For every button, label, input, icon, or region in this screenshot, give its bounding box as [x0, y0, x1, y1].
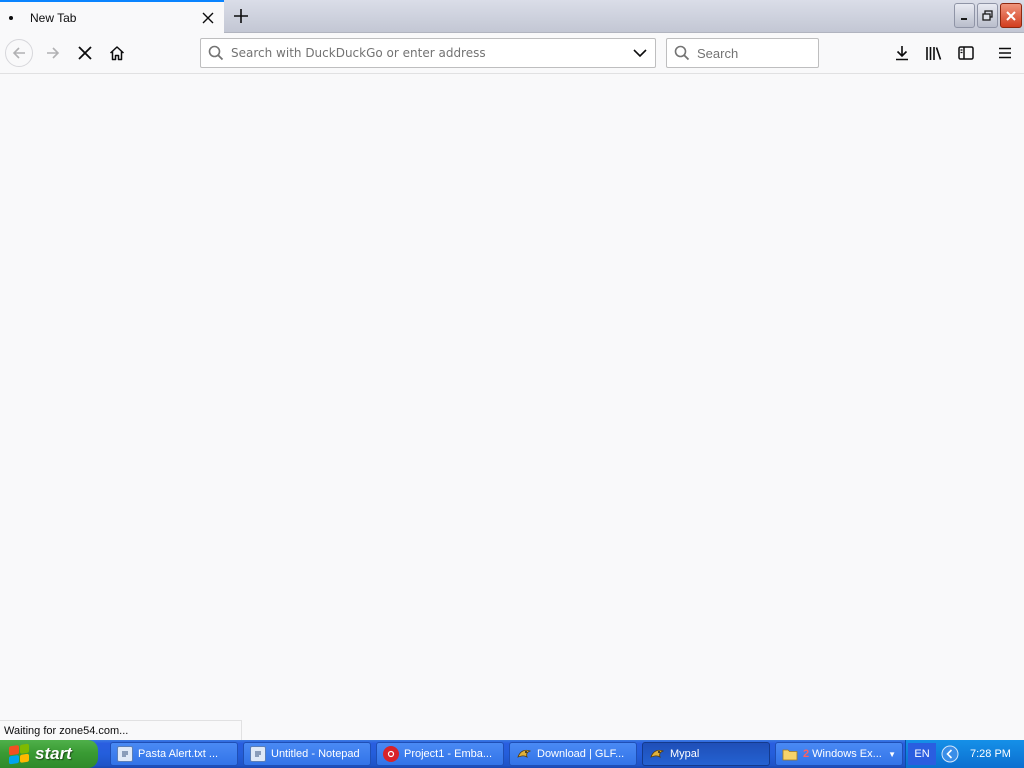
address-input[interactable]	[231, 40, 625, 66]
status-panel: Waiting for zone54.com...	[0, 720, 242, 740]
plus-icon	[234, 9, 248, 23]
download-icon	[896, 46, 908, 61]
taskbar-item-label: Download | GLF...	[537, 748, 625, 760]
folder-icon	[782, 746, 798, 762]
tab-close-button[interactable]	[196, 6, 220, 30]
forward-button[interactable]	[39, 39, 67, 67]
forward-arrow-icon	[47, 47, 60, 59]
new-tab-button[interactable]	[228, 3, 254, 29]
stop-icon	[78, 46, 92, 60]
taskbar-item-label: Pasta Alert.txt ...	[138, 748, 219, 760]
windows-logo-icon	[9, 743, 29, 765]
mypal-icon	[649, 746, 665, 762]
taskbar-item-project1[interactable]: Project1 - Emba...	[376, 742, 504, 766]
restore-button[interactable]	[977, 3, 998, 28]
restore-icon	[982, 10, 993, 21]
close-icon	[202, 12, 214, 23]
minimize-button[interactable]	[954, 3, 975, 28]
tab-title: New Tab	[30, 10, 77, 25]
taskbar-item-label: Project1 - Emba...	[404, 748, 493, 760]
taskbar-item-mypal[interactable]: Mypal	[642, 742, 770, 766]
clock: 7:28 PM	[970, 748, 1011, 760]
embarcadero-icon	[383, 746, 399, 762]
close-window-button[interactable]	[1000, 3, 1022, 28]
taskbar-item-label: Windows Ex...	[812, 748, 882, 760]
home-icon	[109, 46, 125, 61]
back-button[interactable]	[5, 39, 33, 67]
tab-strip: New Tab	[0, 0, 1024, 33]
taskbar: start Pasta Alert.txt ... Untitled - Not…	[0, 740, 1024, 768]
library-button[interactable]	[920, 39, 948, 67]
page-content	[0, 74, 1024, 740]
address-bar[interactable]	[200, 38, 656, 68]
sidebar-icon	[958, 46, 974, 60]
loading-throbber-icon	[9, 15, 13, 20]
taskbar-item-windows-explorer[interactable]: 2 Windows Ex... ▼	[775, 742, 903, 766]
group-dropdown-icon: ▼	[888, 749, 896, 759]
language-indicator[interactable]: EN	[908, 743, 936, 765]
start-button[interactable]: start	[0, 740, 98, 768]
taskbar-item-download-glf[interactable]: Download | GLF...	[509, 742, 637, 766]
start-label: start	[35, 744, 72, 763]
taskbar-item-untitled-notepad[interactable]: Untitled - Notepad	[243, 742, 371, 766]
show-hidden-icons-button[interactable]	[940, 744, 960, 764]
address-dropdown-button[interactable]	[625, 48, 655, 58]
taskbar-item-label: Untitled - Notepad	[271, 748, 360, 760]
chevron-down-icon	[633, 49, 647, 58]
mypal-icon	[516, 746, 532, 762]
taskbar-item-label: Mypal	[670, 748, 700, 760]
back-arrow-icon	[12, 47, 25, 59]
system-tray: EN 7:28 PM	[905, 740, 1024, 768]
downloads-button[interactable]	[888, 39, 916, 67]
hamburger-icon	[999, 47, 1011, 59]
notepad-icon	[250, 746, 266, 762]
notepad-icon	[117, 746, 133, 762]
group-count-badge: 2	[803, 748, 810, 760]
search-icon	[201, 45, 231, 61]
tab-new-tab[interactable]: New Tab	[0, 0, 224, 33]
navigation-toolbar	[0, 33, 1024, 74]
chevron-left-icon	[941, 745, 959, 763]
search-icon	[667, 45, 697, 61]
sidebar-button[interactable]	[952, 39, 980, 67]
taskbar-item-pasta-alert[interactable]: Pasta Alert.txt ...	[110, 742, 238, 766]
menu-button[interactable]	[991, 39, 1019, 67]
stop-button[interactable]	[71, 39, 99, 67]
search-input[interactable]	[697, 45, 818, 61]
minimize-icon	[960, 17, 967, 20]
close-window-icon	[1006, 10, 1016, 21]
home-button[interactable]	[103, 39, 131, 67]
search-bar[interactable]	[666, 38, 819, 68]
library-icon	[926, 47, 942, 60]
